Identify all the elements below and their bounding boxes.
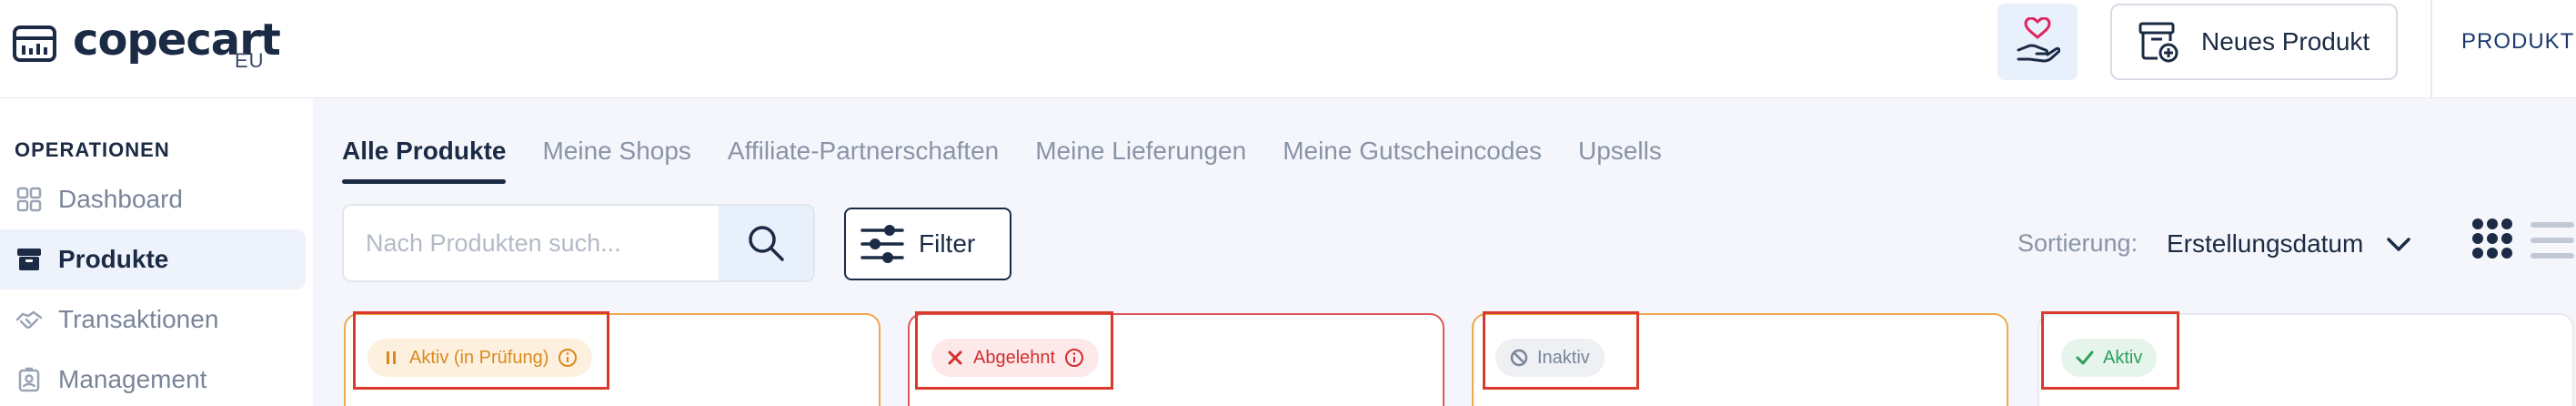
sort-label: Sortierung: (2018, 229, 2138, 257)
user-badge-icon (15, 365, 44, 394)
new-product-button[interactable]: Neues Produkt (2110, 4, 2398, 80)
sidebar-item-label: Produkte (58, 245, 169, 273)
logo-region: EU (235, 49, 265, 72)
sidebar-item-produkte[interactable]: Produkte (0, 229, 306, 289)
highlight-box (353, 311, 609, 390)
sort-select[interactable]: Erstellungsdatum (2167, 220, 2412, 268)
sidebar-item-label: Management (58, 365, 207, 393)
sidebar: OPERATIONEN Dashboard Produkte Transakti… (0, 98, 313, 406)
search-icon (749, 226, 784, 261)
sliders-icon (860, 225, 904, 263)
donate-button[interactable] (1997, 4, 2078, 80)
sidebar-section-heading: OPERATIONEN (15, 138, 170, 161)
handshake-icon (15, 305, 44, 334)
chevron-down-icon (2387, 238, 2411, 251)
filter-label: Filter (919, 229, 976, 258)
highlight-box (2041, 311, 2179, 390)
tab-meine-shops[interactable]: Meine Shops (542, 137, 690, 184)
list-view-icon[interactable] (2529, 218, 2576, 262)
grid-icon (15, 185, 44, 214)
app-header: copecart EU Neues Produkt PRODUKTE (0, 0, 2576, 98)
grid-view-icon[interactable] (2470, 217, 2514, 260)
main-content: Alle Produkte Meine Shops Affiliate-Part… (313, 98, 2576, 406)
cart-logo-icon (13, 25, 56, 62)
box-plus-icon (2138, 22, 2179, 63)
header-divider (2430, 0, 2432, 98)
sort-value: Erstellungsdatum (2167, 229, 2364, 258)
highlight-box (915, 311, 1113, 390)
filter-button[interactable]: Filter (844, 208, 1011, 280)
highlight-box (1483, 311, 1639, 390)
sidebar-item-management[interactable]: Management (0, 350, 306, 406)
nav-link-produkte[interactable]: PRODUKTE (2461, 29, 2576, 55)
product-tabs: Alle Produkte Meine Shops Affiliate-Part… (342, 137, 1698, 184)
search-button[interactable] (719, 206, 813, 280)
tab-affiliate-partnerschaften[interactable]: Affiliate-Partnerschaften (728, 137, 999, 184)
tab-upsells[interactable]: Upsells (1578, 137, 1662, 184)
new-product-label: Neues Produkt (2201, 27, 2370, 56)
sidebar-item-dashboard[interactable]: Dashboard (0, 169, 306, 229)
product-search (342, 204, 815, 282)
tab-alle-produkte[interactable]: Alle Produkte (342, 137, 507, 184)
tab-meine-lieferungen[interactable]: Meine Lieferungen (1035, 137, 1246, 184)
tab-meine-gutscheincodes[interactable]: Meine Gutscheincodes (1283, 137, 1542, 184)
archive-icon (15, 245, 44, 274)
sidebar-item-transaktionen[interactable]: Transaktionen (0, 289, 306, 350)
search-input[interactable] (344, 206, 719, 280)
heart-hand-icon (2017, 17, 2060, 63)
sidebar-item-label: Transaktionen (58, 305, 219, 333)
sidebar-item-label: Dashboard (58, 185, 183, 213)
